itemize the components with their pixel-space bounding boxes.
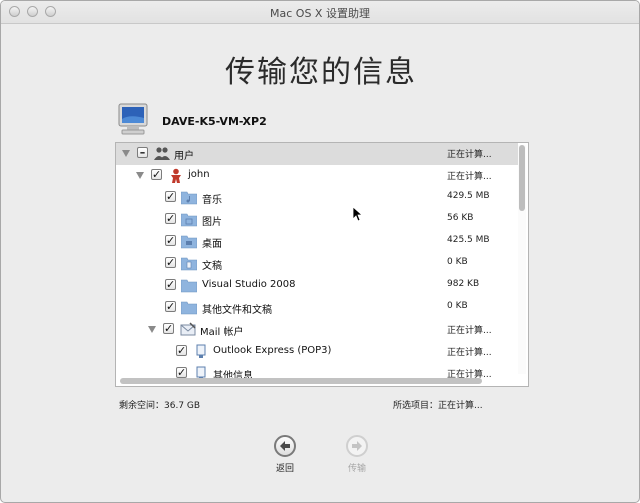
page-title: 传输您的信息 xyxy=(225,55,417,90)
documents-folder-icon xyxy=(181,257,197,271)
transfer-button[interactable]: 传输 xyxy=(342,435,372,479)
tree-row-label: Mail 帐户 xyxy=(200,327,244,338)
horizontal-scrollbar[interactable] xyxy=(118,376,516,384)
tree-row-size: 982 KB xyxy=(447,279,480,289)
transfer-tree: – 用户 正在计算... ✓ john 正在计算... ✓ 音乐 429.5 M… xyxy=(115,142,529,387)
tree-row-size: 0 KB xyxy=(447,301,468,311)
horizontal-scroll-thumb[interactable] xyxy=(120,378,482,384)
checkbox-visual-studio[interactable]: ✓ xyxy=(165,279,176,290)
selected-items-label: 所选项目：正在计算... xyxy=(393,401,483,411)
back-arrow-icon[interactable] xyxy=(274,435,296,457)
vertical-scroll-thumb[interactable] xyxy=(519,145,525,211)
vertical-scrollbar[interactable] xyxy=(518,145,526,374)
checkbox-documents[interactable]: ✓ xyxy=(165,257,176,268)
users-icon xyxy=(154,147,170,160)
tree-row-size: 56 KB xyxy=(447,213,474,223)
tree-row-label: 文稿 xyxy=(202,261,222,272)
tree-row-label: 音乐 xyxy=(202,195,222,206)
tree-row-users[interactable]: – 用户 正在计算... xyxy=(116,143,518,165)
tree-row-john[interactable]: ✓ john 正在计算... xyxy=(116,165,518,187)
tree-row-size: 正在计算... xyxy=(447,172,492,182)
tree-row-label: Outlook Express (POP3) xyxy=(213,345,332,356)
tree-row-size: 正在计算... xyxy=(447,150,492,160)
tree-row-size: 正在计算... xyxy=(447,326,492,336)
tree-row-size: 0 KB xyxy=(447,257,468,267)
tree-row-label: 桌面 xyxy=(202,239,222,250)
tree-row-desktop[interactable]: ✓ 桌面 425.5 MB xyxy=(116,231,518,253)
folder-icon xyxy=(181,279,197,293)
transfer-label: 传输 xyxy=(347,464,366,474)
checkbox-desktop[interactable]: ✓ xyxy=(165,235,176,246)
desktop-folder-icon xyxy=(181,235,197,249)
tree-row-other-files[interactable]: ✓ 其他文件和文稿 0 KB xyxy=(116,297,518,319)
checkbox-john[interactable]: ✓ xyxy=(151,169,162,180)
back-button[interactable]: 返回 xyxy=(270,435,300,479)
computer-icon xyxy=(118,103,148,135)
tree-row-label: 图片 xyxy=(202,217,222,228)
checkbox-pictures[interactable]: ✓ xyxy=(165,213,176,224)
tree-row-visual-studio[interactable]: ✓ Visual Studio 2008 982 KB xyxy=(116,275,518,297)
tree-row-outlook-express[interactable]: ✓ Outlook Express (POP3) 正在计算... xyxy=(116,341,518,363)
tree-row-size: 429.5 MB xyxy=(447,191,490,201)
mail-account-icon xyxy=(196,344,206,358)
disclosure-triangle-icon[interactable] xyxy=(148,326,156,333)
setup-assistant-window: Mac OS X 设置助理 传输您的信息 DAVE-K5-VM-XP2 – 用户… xyxy=(0,0,640,503)
tree-row-label: 其他文件和文稿 xyxy=(202,305,272,316)
music-folder-icon xyxy=(181,191,197,205)
user-icon xyxy=(171,168,181,183)
window-title: Mac OS X 设置助理 xyxy=(270,7,370,20)
mouse-cursor-icon xyxy=(352,206,364,222)
pictures-folder-icon xyxy=(181,213,197,227)
tree-row-label: 用户 xyxy=(174,151,194,162)
disclosure-triangle-icon[interactable] xyxy=(136,172,144,179)
tree-row-label: john xyxy=(188,169,210,180)
back-label: 返回 xyxy=(275,464,294,474)
tree-row-pictures[interactable]: ✓ 图片 56 KB xyxy=(116,209,518,231)
tree-row-music[interactable]: ✓ 音乐 429.5 MB xyxy=(116,187,518,209)
checkbox-outlook-express[interactable]: ✓ xyxy=(176,345,187,356)
tree-row-mail-accounts[interactable]: ✓ Mail 帐户 正在计算... xyxy=(116,319,518,341)
tree-row-label: Visual Studio 2008 xyxy=(202,279,296,290)
tree-row-size: 425.5 MB xyxy=(447,235,490,245)
mail-icon xyxy=(180,322,196,336)
disclosure-triangle-icon[interactable] xyxy=(122,150,130,157)
checkbox-music[interactable]: ✓ xyxy=(165,191,176,202)
folder-icon xyxy=(181,301,197,315)
source-computer-name: DAVE-K5-VM-XP2 xyxy=(162,115,267,128)
title-bar[interactable]: Mac OS X 设置助理 xyxy=(1,1,639,24)
checkbox-other-files[interactable]: ✓ xyxy=(165,301,176,312)
free-space-label: 剩余空间：36.7 GB xyxy=(119,401,201,411)
tree-row-size: 正在计算... xyxy=(447,348,492,358)
tree-row-documents[interactable]: ✓ 文稿 0 KB xyxy=(116,253,518,275)
forward-arrow-icon[interactable] xyxy=(346,435,368,457)
checkbox-mail-accounts[interactable]: ✓ xyxy=(163,323,174,334)
checkbox-users[interactable]: – xyxy=(137,147,148,158)
